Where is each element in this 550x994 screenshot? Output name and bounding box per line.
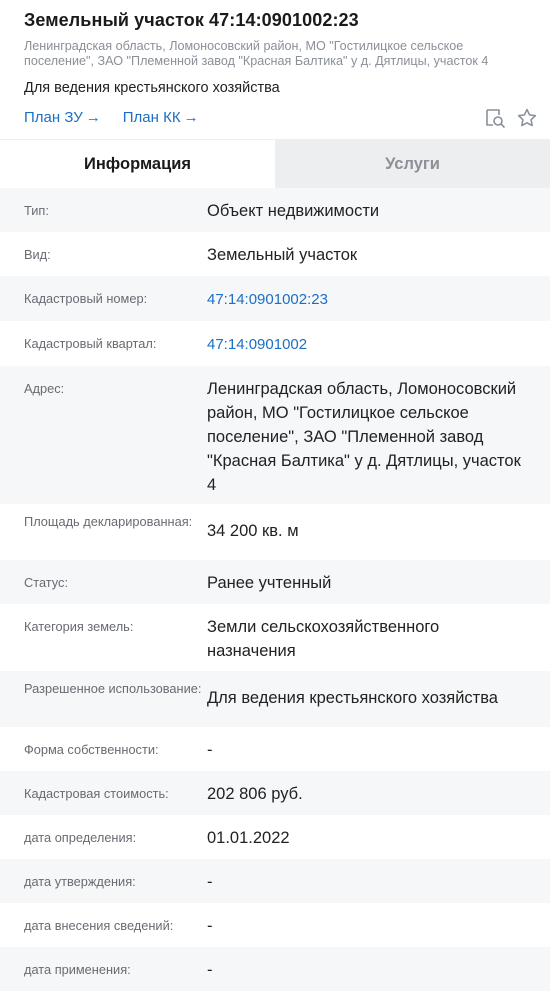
info-row-kind: Вид: Земельный участок: [0, 232, 550, 276]
arrow-right-icon: →: [183, 109, 199, 126]
row-label: Кадастровая стоимость:: [24, 786, 169, 801]
row-label: Адрес:: [24, 381, 65, 396]
row-label: дата определения:: [24, 830, 137, 845]
info-row-cadastral-number: Кадастровый номер: 47:14:0901002:23: [0, 276, 550, 321]
info-row-cadastral-quarter: Кадастровый квартал: 47:14:0901002: [0, 321, 550, 366]
star-icon[interactable]: [516, 107, 538, 129]
page-title: Земельный участок 47:14:0901002:23: [24, 10, 359, 30]
cadastral-quarter-link[interactable]: 47:14:0901002: [207, 321, 526, 366]
row-value: 01.01.2022: [207, 829, 290, 847]
arrow-right-icon: →: [85, 109, 101, 126]
plan-kk-label: План КК: [122, 109, 181, 126]
row-value: Земельный участок: [207, 246, 358, 264]
row-label: Форма собственности:: [24, 742, 159, 757]
row-label: Тип:: [24, 203, 49, 218]
row-label: дата применения:: [24, 962, 131, 977]
map-search-icon[interactable]: [484, 107, 506, 129]
row-value: Ранее учтенный: [207, 574, 332, 592]
row-label: Кадастровый квартал:: [24, 336, 157, 351]
info-row-status: Статус: Ранее учтенный: [0, 560, 550, 604]
info-row-approval-date: дата утверждения: -: [0, 859, 550, 903]
row-value: Земли сельскохозяйственного назначения: [207, 618, 440, 660]
info-row-land-category: Категория земель: Земли сельскохозяйстве…: [0, 604, 550, 671]
row-value: Объект недвижимости: [207, 202, 380, 220]
info-row-permitted-use: Разрешенное использование: Для ведения к…: [0, 671, 550, 727]
row-value: -: [207, 917, 213, 935]
row-value: -: [207, 961, 213, 979]
row-value: 34 200 кв. м: [207, 522, 299, 540]
tab-information[interactable]: Информация: [0, 140, 275, 188]
row-value: -: [207, 873, 213, 891]
row-value: Для ведения крестьянского хозяйства: [207, 689, 498, 707]
header-actions: [484, 107, 538, 129]
info-row-application-date: дата применения: -: [0, 947, 550, 991]
row-label: Вид:: [24, 247, 51, 262]
info-row-entry-date: дата внесения сведений: -: [0, 903, 550, 947]
info-row-address: Адрес: Ленинградская область, Ломоносовс…: [0, 366, 550, 504]
row-label: Категория земель:: [24, 619, 134, 634]
plan-kk-link[interactable]: План КК →: [123, 109, 199, 127]
object-card: Земельный участок 47:14:0901002:23 Ленин…: [0, 0, 550, 994]
tab-services[interactable]: Услуги: [275, 140, 550, 188]
row-value: Ленинградская область, Ломоносовский рай…: [207, 380, 521, 494]
plan-zu-label: План ЗУ: [24, 109, 83, 126]
row-label: дата внесения сведений:: [24, 918, 174, 933]
object-purpose: Для ведения крестьянского хозяйства: [24, 80, 280, 96]
info-row-cadastral-cost: Кадастровая стоимость: 202 806 руб.: [0, 771, 550, 815]
row-value: -: [207, 741, 213, 759]
cadastral-number-link[interactable]: 47:14:0901002:23: [207, 276, 526, 321]
info-row-determination-date: дата определения: 01.01.2022: [0, 815, 550, 859]
card-header: Земельный участок 47:14:0901002:23 Ленин…: [0, 0, 550, 140]
plan-links: План ЗУ → План КК →: [24, 109, 199, 127]
plan-zu-link[interactable]: План ЗУ →: [24, 109, 101, 127]
tabs: Информация Услуги: [0, 140, 550, 188]
row-value: 202 806 руб.: [207, 785, 303, 803]
row-label: дата утверждения:: [24, 874, 136, 889]
object-address: Ленинградская область, Ломоносовский рай…: [24, 39, 489, 68]
row-label: Статус:: [24, 575, 69, 590]
info-table: Тип: Объект недвижимости Вид: Земельный …: [0, 188, 550, 991]
info-row-ownership: Форма собственности: -: [0, 727, 550, 771]
row-label: Кадастровый номер:: [24, 291, 148, 306]
info-row-type: Тип: Объект недвижимости: [0, 188, 550, 232]
row-label: Площадь декларированная:: [24, 514, 193, 529]
info-row-area: Площадь декларированная: 34 200 кв. м: [0, 504, 550, 560]
row-label: Разрешенное использование:: [24, 681, 202, 696]
